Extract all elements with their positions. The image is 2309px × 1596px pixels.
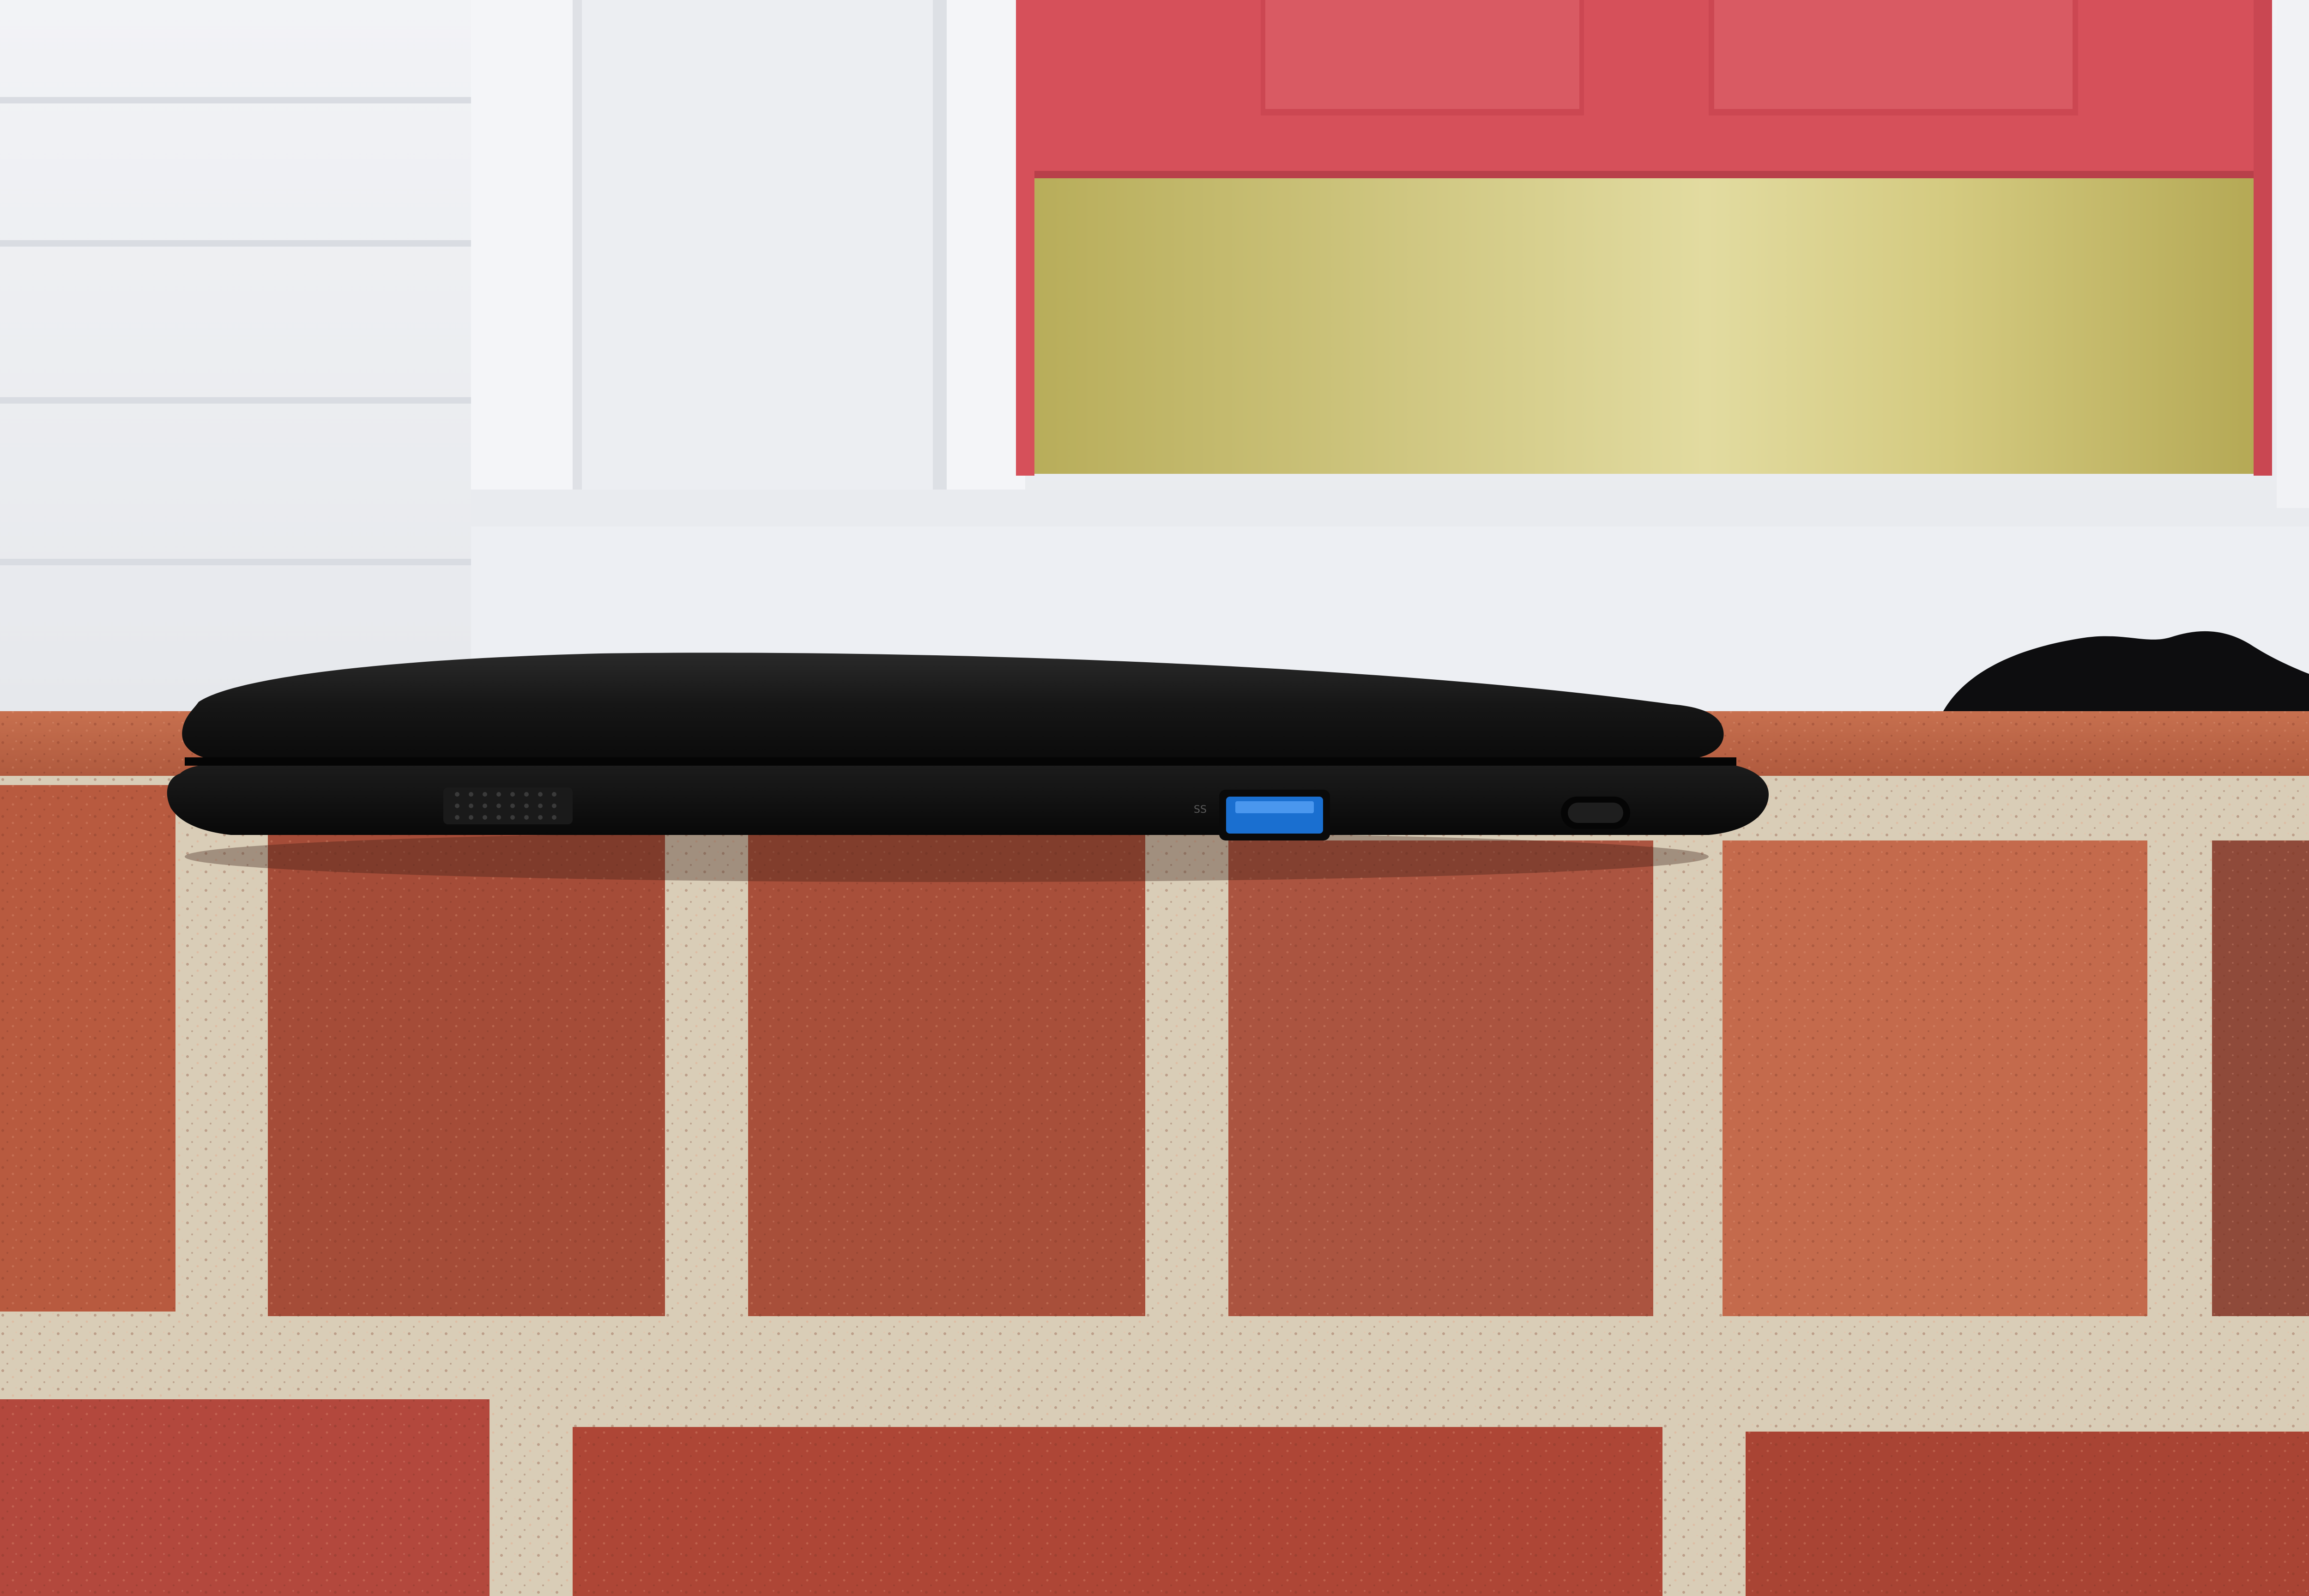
brass-kickplate: [1034, 178, 2254, 474]
laptop-base: [167, 764, 1769, 835]
photo-scene: SS: [0, 0, 2309, 1596]
usb-ss-label: SS: [1194, 804, 1207, 816]
speaker-grille: [443, 787, 573, 824]
kensington-lock-slot: [1561, 797, 1630, 829]
laptop-shadow: [185, 831, 1709, 882]
